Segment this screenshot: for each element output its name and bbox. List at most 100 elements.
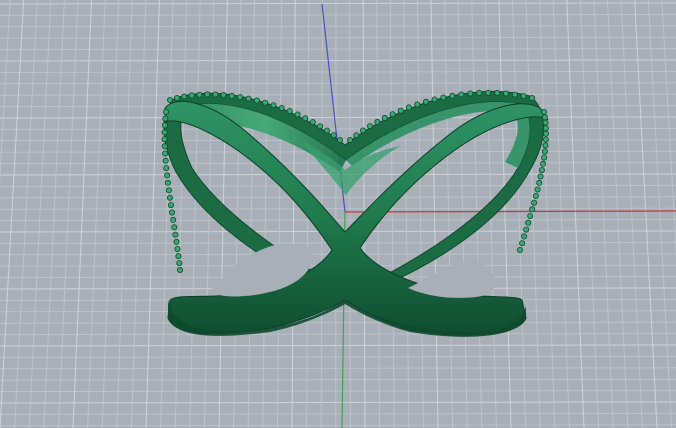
pave-stone (359, 127, 366, 134)
grid-line (0, 59, 676, 62)
grid-line (0, 25, 676, 28)
pave-stone (302, 115, 309, 122)
pave-stone (171, 224, 178, 231)
pave-stone (542, 119, 549, 126)
pave-stone (502, 90, 509, 97)
grid-line (0, 378, 676, 381)
pave-stone (346, 136, 353, 143)
grid-line (0, 390, 676, 393)
grid-line (189, 0, 201, 428)
pave-stone (162, 109, 169, 116)
grid-line (0, 48, 676, 51)
pave-stone (204, 91, 211, 98)
pave-stone (161, 136, 168, 143)
pave-stone (278, 105, 285, 112)
viewport-canvas[interactable] (0, 0, 676, 428)
grid-line (661, 0, 676, 258)
grid-line (0, 219, 676, 222)
pave-stone (176, 266, 183, 273)
pave-stone (172, 231, 179, 238)
pave-stone (523, 226, 530, 233)
pave-stone (431, 96, 438, 103)
pave-stone (366, 123, 373, 130)
pave-stone (520, 93, 527, 100)
grid-line (0, 36, 676, 39)
pave-stone (309, 119, 316, 126)
pave-stone (529, 95, 536, 102)
grid-line (0, 207, 676, 210)
grid-line (0, 0, 11, 184)
pave-stone (161, 129, 168, 136)
grid-line (145, 0, 160, 428)
pave-stone (212, 91, 219, 98)
pave-stone (166, 97, 173, 104)
pave-stone (162, 115, 169, 122)
pave-stone (196, 91, 203, 98)
grid-line (0, 127, 676, 130)
pave-stone (519, 240, 526, 247)
pave-stone (228, 92, 235, 99)
pave-stone (161, 122, 168, 129)
grid-line (116, 0, 133, 428)
pave-stone (467, 90, 474, 97)
pave-stone (485, 89, 492, 96)
ring-model[interactable] (161, 89, 550, 337)
pave-stone (449, 92, 456, 99)
grid-line (349, 0, 351, 428)
pave-stone (537, 173, 544, 180)
pave-stone (262, 99, 269, 106)
grid-line (0, 367, 676, 370)
pave-stone (538, 167, 545, 174)
pave-stone (397, 107, 404, 114)
grid-line (539, 0, 556, 428)
pave-stone (169, 209, 176, 216)
grid-line (0, 13, 676, 16)
pave-stone (389, 111, 396, 118)
pave-stone (527, 212, 534, 219)
pave-stone (381, 114, 388, 121)
pave-stone (188, 92, 195, 99)
pave-stone (517, 246, 524, 253)
grid-line (0, 401, 676, 404)
grid-line (276, 0, 283, 428)
pave-stone (253, 97, 260, 104)
grid-line (0, 105, 676, 108)
pave-stone (270, 102, 277, 109)
grid-line (174, 0, 188, 428)
pave-stone (529, 206, 536, 213)
grid-line (291, 0, 296, 428)
pave-stone (458, 91, 465, 98)
grid-line (0, 116, 676, 119)
pave-stone (531, 199, 538, 206)
grid-line (14, 0, 38, 428)
grid-line (0, 412, 676, 415)
grid-line (416, 0, 424, 428)
pave-stone (174, 245, 181, 252)
pave-stone (440, 94, 447, 101)
pave-stone (476, 89, 483, 96)
pave-stone (317, 123, 324, 130)
grid-line (403, 0, 410, 428)
pave-stone (405, 104, 412, 111)
pave-stone (543, 130, 550, 137)
pave-stone (162, 157, 169, 164)
pave-stone (173, 238, 180, 245)
grid-line (101, 0, 120, 428)
grid-line (511, 0, 527, 428)
grid-line (28, 0, 52, 428)
grid-line (0, 333, 676, 336)
construction-grid (0, 0, 676, 428)
grid-line (0, 355, 676, 358)
perspective-viewport[interactable] (0, 0, 676, 428)
pave-stone (176, 260, 183, 267)
pave-stone (167, 202, 174, 209)
grid-line (566, 0, 585, 428)
pave-stone (525, 219, 532, 226)
pave-stone (494, 89, 501, 96)
grid-line (430, 0, 439, 428)
grid-line (457, 0, 468, 428)
pave-stone (165, 187, 172, 194)
pave-stone (294, 111, 301, 118)
grid-line (498, 0, 512, 428)
grid-line (233, 0, 242, 428)
